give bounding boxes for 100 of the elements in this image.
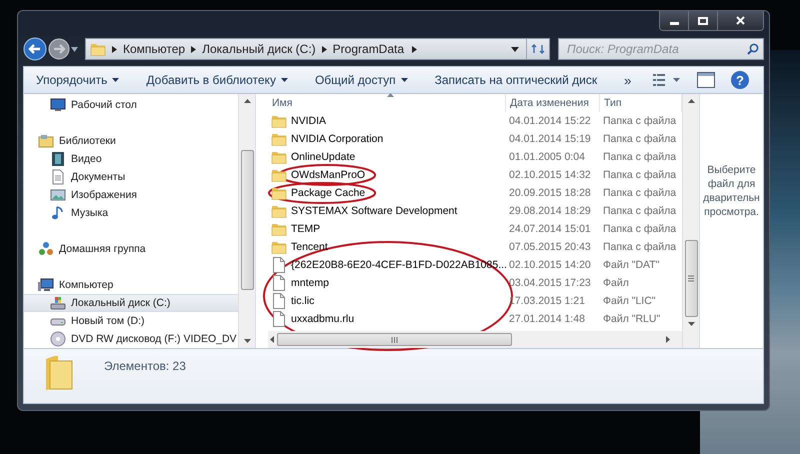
file-name[interactable]: tic.lic [291,295,314,307]
sort-arrow-icon [386,93,394,97]
scroll-down-icon [244,339,250,343]
back-icon[interactable] [23,37,47,61]
library-folder-icon [38,133,54,149]
file-name[interactable]: NVIDIA Corporation [291,133,384,145]
preview-hint-text: просмотра. [704,205,759,219]
sidebar-item[interactable]: Библиотеки [24,132,238,150]
scrollbar[interactable] [238,94,255,348]
breadcrumb-link[interactable]: Компьютер [123,42,186,56]
folder-icon [271,113,287,129]
sidebar-item[interactable]: Документы [24,168,238,186]
folder-icon [271,185,287,201]
chevron-icon [191,46,196,52]
address-bar[interactable]: Компьютер Локальный диск (C:) ProgramData [85,38,550,60]
caret-icon[interactable] [71,46,78,52]
sidebar-item[interactable]: DVD RW дисковод (F:) VIDEO_DV [24,330,238,348]
file-name[interactable]: OnlineUpdate [291,151,356,163]
type-cell-text: Папка с файла [602,133,678,145]
sidebar-item[interactable]: Музыка [24,204,238,222]
date-cell-text: 07.05.2015 20:43 [508,241,592,253]
folder-icon [271,221,287,237]
maximize-button[interactable] [689,11,718,30]
chevron-icon [412,46,418,52]
type-cell-text: Папка с файла [602,241,678,253]
caret-icon [280,78,288,82]
column-header[interactable]: Дата изменения [506,94,600,112]
forward-icon[interactable] [48,38,70,60]
dropdown-caret-icon [511,46,519,52]
sidebar-item[interactable]: Локальный диск (C:) [24,294,238,312]
desktop-icon [50,97,66,113]
toolbar-menu-button[interactable]: Упорядочить [36,73,120,87]
date-cell-text: 29.08.2014 18:29 [508,205,592,217]
picture-icon [50,187,66,203]
sidebar-item[interactable]: Изображения [24,186,238,204]
date-cell-text: 01.01.2005 0:04 [508,151,586,163]
file-name[interactable]: Package Cache [291,187,366,199]
folder-icon [271,203,287,219]
preview-hint-text: файл для [708,177,756,191]
preview-pane-icon[interactable] [697,72,715,88]
minimize-button[interactable] [660,11,689,30]
file-name[interactable]: TEMP [291,223,320,235]
scroll-up-icon [244,99,250,103]
help-button[interactable]: ? [731,71,749,89]
search-input[interactable]: Поиск: ProgramData [565,41,747,57]
sidebar-item[interactable]: Видео [24,150,238,168]
computer-icon [38,277,54,293]
homegroup-icon [38,241,54,257]
breadcrumb-link[interactable]: ProgramData [332,42,404,56]
toolbar-menu-button[interactable]: Общий доступ [314,73,408,87]
toolbar-menu-button[interactable]: Записать на оптический диск [434,73,598,87]
date-cell-text: 24.07.2014 15:01 [508,223,592,235]
date-cell-text: 02.10.2015 14:32 [508,169,592,181]
chevron-icon [322,46,327,52]
type-cell-text: Папка с файла [602,115,678,127]
sidebar-item[interactable]: Рабочий стол [24,96,238,114]
type-cell-text: Файл "DAT" [602,259,660,271]
drive-icon [50,295,66,311]
folder-icon [44,355,74,391]
caret-icon [112,78,120,82]
file-icon [271,257,287,273]
folder-icon [271,239,287,255]
preview-hint-text: дварительн [703,191,760,205]
file-name[interactable]: Tencent [291,241,328,253]
horizontal-scrollbar[interactable] [268,331,682,348]
chevron-icon [112,46,117,52]
file-icon [271,275,287,291]
column-header[interactable]: Имя [268,94,506,112]
folder-icon [271,131,287,147]
file-icon [271,311,287,327]
date-cell-text: 02.10.2015 14:20 [508,259,592,271]
type-cell-text: Папка с файла [602,169,678,181]
sidebar-item[interactable]: Домашняя группа [24,240,238,258]
maximize-icon [698,16,708,24]
document-icon [50,169,66,185]
type-cell-text: Файл "RLU" [602,313,662,325]
overflow-chevron[interactable]: » [624,72,632,88]
file-name[interactable]: NVIDIA [291,115,326,127]
film-icon [50,151,66,167]
file-name[interactable]: OWdsManProO [291,169,366,181]
file-name[interactable]: SYSTEMAX Software Development [291,205,458,217]
type-cell-text: Папка с файла [602,187,678,199]
scroll-up-icon [688,99,694,103]
sidebar-item[interactable]: Компьютер [24,276,238,294]
breadcrumb-link[interactable]: Локальный диск (C:) [202,42,316,56]
caret-icon [400,78,408,82]
scrollbar[interactable] [682,94,699,348]
date-cell-text: 03.04.2015 17:23 [508,277,592,289]
file-icon [271,293,287,309]
search-field[interactable]: Поиск: ProgramData [558,38,764,60]
date-cell-text: 27.01.2014 1:48 [508,313,586,325]
view-options-icon[interactable] [653,73,681,87]
file-name[interactable]: mntemp [291,277,329,289]
sidebar-item[interactable]: Новый том (D:) [24,312,238,330]
type-cell-text: Папка с файла [602,151,678,163]
close-button[interactable] [718,11,763,30]
toolbar-menu-button[interactable]: Добавить в библиотеку [146,73,288,87]
file-name[interactable]: uxxadbmu.rlu [291,313,354,325]
refresh-icon[interactable] [531,43,545,55]
folder-icon [90,41,106,57]
